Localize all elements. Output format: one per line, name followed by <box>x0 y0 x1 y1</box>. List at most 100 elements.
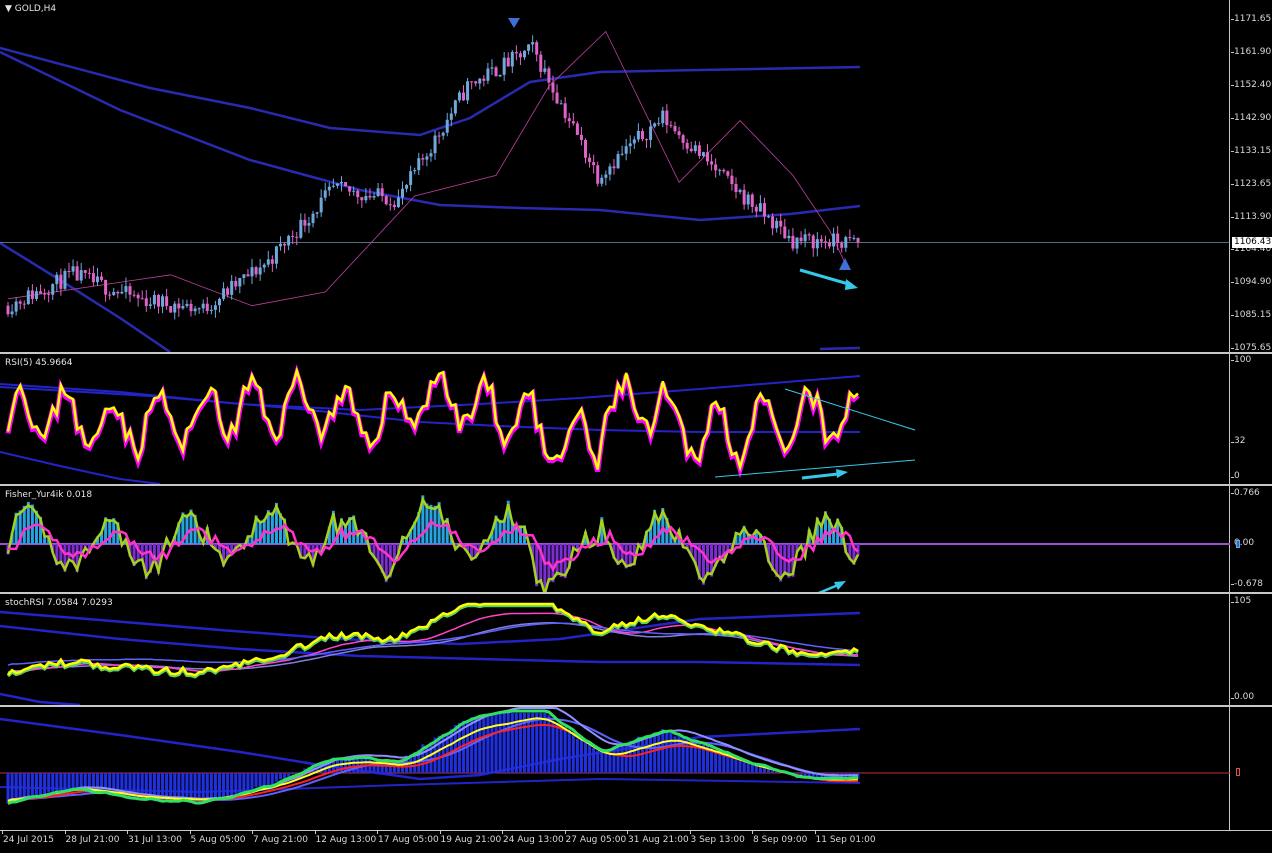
histogram-bar <box>259 773 262 786</box>
bullish-candle <box>316 212 319 213</box>
bearish-candle <box>129 286 132 295</box>
histogram-bar <box>625 744 628 773</box>
histogram-bar <box>499 713 502 773</box>
bearish-candle <box>722 170 725 171</box>
time-tick <box>502 831 503 834</box>
histogram-bar <box>438 736 441 773</box>
bearish-candle <box>39 291 42 293</box>
bearish-candle <box>474 81 477 83</box>
bullish-candle <box>747 195 750 205</box>
price-tick-label: 1113.90 <box>1234 212 1271 222</box>
bearish-candle <box>771 216 774 228</box>
bearish-candle <box>234 281 237 287</box>
rsi-scale[interactable]: 100 32 0 <box>1231 354 1272 484</box>
price-tick-label: 1123.65 <box>1234 179 1271 189</box>
stochrsi-label: stochRSI 7.0584 7.0293 <box>5 598 113 608</box>
bullish-candle <box>153 295 156 304</box>
bearish-candle <box>791 236 794 249</box>
down-arrow-icon <box>508 18 520 28</box>
bullish-candle <box>425 156 428 159</box>
price-tick-label: 1085.15 <box>1234 310 1271 320</box>
price-plot-area[interactable]: ▼ GOLD,H4 <box>0 0 1230 352</box>
histogram-bar <box>230 773 233 796</box>
bearish-candle <box>43 294 46 295</box>
histogram-bar <box>551 720 554 773</box>
fisher-scale[interactable]: 0.766 0.00 -0.678 <box>1231 486 1272 592</box>
bearish-candle <box>47 294 50 295</box>
fisher-divergence-arrow <box>802 585 838 592</box>
stochrsi-plot-area[interactable]: stochRSI 7.0584 7.0293 <box>0 594 1230 705</box>
stochrsi-pane[interactable]: stochRSI 7.0584 7.0293 105 0.00 <box>0 594 1272 705</box>
bearish-candle <box>295 237 298 238</box>
histogram-bar <box>72 773 75 788</box>
bullish-candle <box>149 304 152 306</box>
bullish-candle <box>194 309 197 312</box>
dropdown-triangle-icon[interactable]: ▼ <box>5 4 12 14</box>
bearish-candle <box>547 68 550 82</box>
rsi-plot-area[interactable]: RSI(5) 45.9664 <box>0 354 1230 484</box>
time-tick <box>440 831 441 834</box>
fisher-chart <box>0 486 1230 592</box>
bearish-candle <box>68 271 71 272</box>
bullish-candle <box>560 103 563 104</box>
fisher-plot-area[interactable]: Fisher_Yur4ik 0.018 <box>0 486 1230 592</box>
bullish-candle <box>661 111 664 124</box>
bearish-candle <box>165 296 168 306</box>
bearish-candle <box>246 274 249 276</box>
time-label: 19 Aug 21:00 <box>441 835 502 845</box>
histogram-bar <box>486 715 489 773</box>
stochrsi-scale[interactable]: 105 0.00 <box>1231 594 1272 705</box>
price-pane[interactable]: ▼ GOLD,H4 1171.651161.901152.401142.9011… <box>0 0 1272 352</box>
bottom-plot-area[interactable] <box>0 707 1230 830</box>
bullish-candle <box>405 185 408 189</box>
bullish-candle <box>852 238 855 239</box>
bullish-candle <box>279 244 282 247</box>
bearish-candle <box>482 79 485 81</box>
bearish-candle <box>857 238 860 242</box>
symbol-text: GOLD,H4 <box>15 4 56 14</box>
bullish-candle <box>198 308 201 309</box>
bullish-candle <box>173 304 176 313</box>
bearish-candle <box>226 288 229 294</box>
bullish-candle <box>702 152 705 156</box>
histogram-bar <box>242 773 245 792</box>
time-axis[interactable]: 24 Jul 201528 Jul 21:0031 Jul 13:005 Aug… <box>0 830 1272 853</box>
histogram-bar <box>734 759 737 773</box>
bearish-candle <box>734 184 737 192</box>
histogram-bar <box>39 773 42 795</box>
histogram-bar <box>291 773 294 774</box>
bullish-candle <box>434 136 437 154</box>
histogram-bar <box>271 773 274 785</box>
histogram-bar <box>11 773 14 800</box>
histogram-bar <box>214 773 217 798</box>
bearish-candle <box>556 93 559 104</box>
upper-envelope <box>0 48 860 135</box>
time-label: 5 Aug 05:00 <box>191 835 246 845</box>
bearish-candle <box>665 111 668 126</box>
histogram-bar <box>547 715 550 773</box>
time-tick <box>815 831 816 834</box>
bullish-candle <box>503 58 506 75</box>
fisher-pane[interactable]: Fisher_Yur4ik 0.018 0.766 0.00 -0.678 <box>0 486 1272 592</box>
bearish-candle <box>726 171 729 175</box>
bullish-candle <box>11 312 14 315</box>
histogram-bar <box>653 732 656 773</box>
time-label: 31 Aug 21:00 <box>628 835 689 845</box>
bearish-candle <box>539 55 542 72</box>
bearish-candle <box>612 166 615 168</box>
stochrsi-lower-band <box>0 694 80 705</box>
price-scale[interactable]: 1171.651161.901152.401142.901133.151123.… <box>1231 0 1272 352</box>
bearish-candle <box>137 295 140 298</box>
bullish-candle <box>336 183 339 185</box>
histogram-bar <box>177 773 180 800</box>
bearish-candle <box>88 273 91 274</box>
rsi-pane[interactable]: RSI(5) 45.9664 100 32 0 <box>0 354 1272 484</box>
bearish-candle <box>678 131 681 135</box>
bearish-candle <box>706 152 709 161</box>
bottom-indicator-pane[interactable] <box>0 707 1272 830</box>
histogram-bar <box>576 739 579 773</box>
histogram-bar <box>35 773 38 796</box>
bullish-candle <box>633 139 636 143</box>
histogram-bar <box>23 773 26 797</box>
histogram-bar <box>649 735 652 773</box>
